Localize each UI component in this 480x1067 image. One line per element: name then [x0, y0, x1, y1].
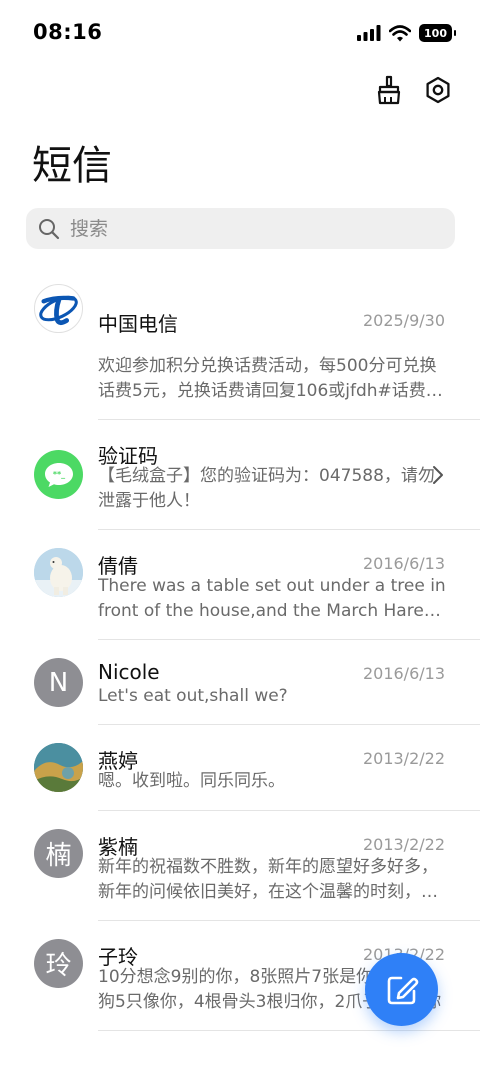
china-telecom-logo-icon — [39, 295, 78, 326]
conversation-item[interactable]: 燕婷 2013/2/22 嗯。收到啦。同乐同乐。 — [0, 725, 480, 811]
status-bar: 08:16 100 — [0, 0, 480, 66]
page-title: 短信 — [32, 143, 112, 189]
message-preview: There was a table set out under a tree i… — [98, 576, 446, 621]
compose-icon — [387, 976, 418, 1004]
status-time: 08:16 — [33, 20, 103, 44]
status-icons: 100 — [357, 22, 456, 44]
message-date: 2016/6/13 — [362, 664, 445, 683]
conversation-item[interactable]: **_ 验证码 【毛绒盒子】您的验证码为：047588，请勿泄露于他人！ — [0, 420, 480, 530]
polar-bear-photo-icon — [34, 548, 83, 597]
settings-button[interactable] — [422, 74, 454, 106]
conversation-item[interactable]: N Nicole 2016/6/13 Let's eat out,shall w… — [0, 640, 480, 725]
broom-icon — [377, 75, 401, 105]
avatar: N — [34, 658, 83, 707]
avatar — [34, 548, 83, 597]
settings-icon — [426, 76, 450, 104]
conversation-item[interactable]: 中国电信 2025/9/30 欢迎参加积分兑换话费活动，每500分可兑换话费5元… — [0, 270, 480, 420]
message-date: 2025/9/30 — [362, 311, 445, 330]
avatar: 楠 — [34, 829, 83, 878]
message-preview: 嗯。收到啦。同乐同乐。 — [98, 771, 285, 791]
message-bubble-icon: **_ — [44, 462, 73, 487]
message-preview: 【毛绒盒子】您的验证码为：047588，请勿泄露于他人！ — [98, 466, 435, 511]
message-date: 2013/2/22 — [362, 749, 445, 768]
conversation-list: 中国电信 2025/9/30 欢迎参加积分兑换话费活动，每500分可兑换话费5元… — [0, 270, 480, 1031]
search-input[interactable] — [70, 217, 430, 240]
wifi-icon — [389, 24, 411, 41]
svg-text:**_: **_ — [52, 470, 64, 479]
battery-icon: 100 — [419, 24, 456, 42]
avatar: **_ — [34, 450, 83, 499]
search-bar[interactable] — [26, 208, 455, 249]
avatar: 玲 — [34, 939, 83, 988]
message-preview: Let's eat out,shall we? — [98, 686, 288, 706]
conversation-item[interactable]: 楠 紫楠 2013/2/22 新年的祝福数不胜数，新年的愿望好多好多，新年的问候… — [0, 811, 480, 921]
divider — [98, 1030, 480, 1031]
avatar — [34, 743, 83, 792]
conversation-item[interactable]: 倩倩 2016/6/13 There was a table set out u… — [0, 530, 480, 640]
sender-name: 中国电信 — [98, 312, 178, 336]
chevron-right-icon[interactable] — [432, 465, 444, 485]
landscape-photo-icon — [34, 743, 83, 792]
top-actions — [373, 74, 454, 106]
search-icon — [39, 218, 60, 239]
message-preview: 欢迎参加积分兑换话费活动，每500分可兑换话费5元，兑换话费请回复106或jfd… — [98, 356, 443, 401]
message-date: 2013/2/22 — [362, 835, 445, 854]
clean-button[interactable] — [373, 74, 405, 106]
sender-name: Nicole — [98, 660, 160, 684]
avatar — [34, 284, 83, 333]
message-preview: 新年的祝福数不胜数，新年的愿望好多好多，新年的问候依旧美好，在这个温馨的时刻，祝… — [98, 857, 438, 902]
message-date: 2016/6/13 — [362, 554, 445, 573]
signal-icon — [357, 25, 381, 41]
compose-button[interactable] — [365, 953, 438, 1026]
